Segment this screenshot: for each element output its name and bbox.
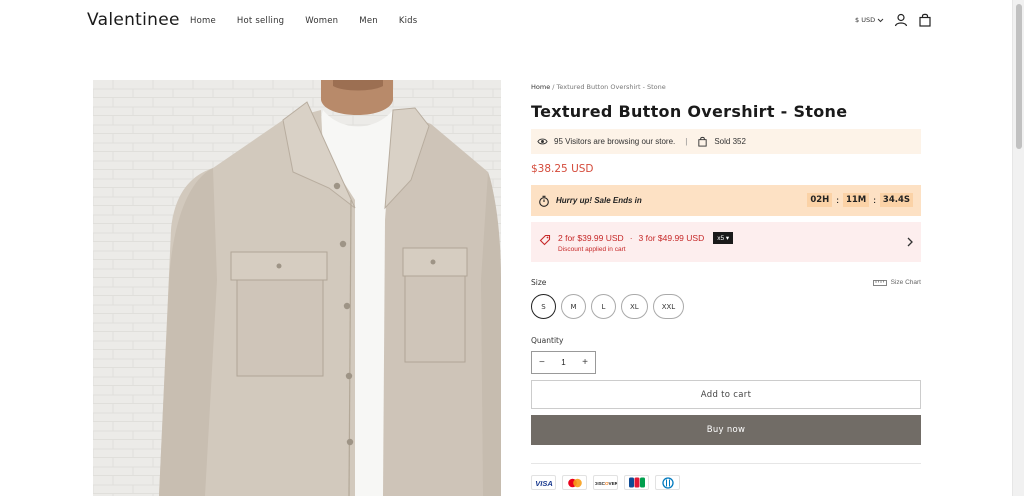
nav-women[interactable]: Women (305, 16, 338, 26)
size-option-s[interactable]: S (531, 294, 556, 319)
countdown-timer: 02H : 11M : 34.4S (807, 193, 913, 207)
quantity-decrease-button[interactable]: − (539, 357, 545, 368)
ruler-icon (872, 279, 887, 286)
product-photo-illustration (93, 80, 501, 496)
jcb-icon (624, 475, 649, 490)
visitors-separator: | (685, 137, 688, 146)
page-scrollbar[interactable] (1012, 0, 1024, 496)
bag-icon (698, 136, 707, 147)
size-option-m[interactable]: M (561, 294, 586, 319)
size-chart-link[interactable]: Size Chart (872, 279, 921, 286)
product-info: Home / Textured Button Overshirt - Stone… (531, 80, 921, 490)
currency-label: $ USD (855, 16, 876, 24)
svg-text:DISCOVER: DISCOVER (595, 481, 617, 486)
add-to-cart-button[interactable]: Add to cart (531, 380, 921, 409)
visa-icon: VISA (531, 475, 556, 490)
breadcrumb-current: Textured Button Overshirt - Stone (556, 83, 666, 91)
countdown-seconds: 34.4S (879, 193, 913, 207)
buy-now-button[interactable]: Buy now (531, 415, 921, 445)
svg-text:VISA: VISA (535, 479, 553, 488)
bundle-discount[interactable]: 2 for $39.99 USD · 3 for $49.99 USD x5 ▾… (531, 222, 921, 262)
nav-home[interactable]: Home (190, 16, 216, 26)
breadcrumb: Home / Textured Button Overshirt - Stone (531, 83, 921, 91)
size-option-l[interactable]: L (591, 294, 616, 319)
size-option-xxl[interactable]: XXL (652, 294, 685, 319)
product-image[interactable] (93, 80, 501, 496)
size-chart-label: Size Chart (890, 279, 921, 286)
stopwatch-icon (539, 195, 549, 207)
mastercard-icon (562, 475, 587, 490)
quantity-stepper: − 1 + (531, 351, 596, 374)
product-price: $38.25 USD (531, 163, 594, 175)
nav-hot-selling[interactable]: Hot selling (237, 16, 284, 26)
sold-text: Sold 352 (714, 137, 746, 146)
countdown-minutes: 11M (842, 193, 870, 207)
cart-icon[interactable] (918, 13, 932, 27)
account-icon[interactable] (894, 13, 908, 27)
eye-icon (537, 138, 548, 145)
quantity-label: Quantity (531, 336, 564, 345)
sale-countdown: Hurry up! Sale Ends in 02H : 11M : 34.4S (531, 185, 921, 216)
quantity-increase-button[interactable]: + (582, 357, 588, 368)
discount-note: Discount applied in cart (558, 246, 626, 253)
size-option-xl[interactable]: XL (621, 294, 648, 319)
quantity-value[interactable]: 1 (561, 358, 565, 367)
breadcrumb-home[interactable]: Home (531, 83, 550, 91)
discount-badge-text: x5 (717, 235, 725, 242)
payment-methods: VISA DISCOVER (531, 475, 921, 490)
size-header: Size Size Chart (531, 278, 921, 287)
diners-club-icon (655, 475, 680, 490)
product-title: Textured Button Overshirt - Stone (531, 102, 848, 121)
currency-selector[interactable]: $ USD (855, 16, 884, 24)
header-actions: $ USD (855, 13, 932, 27)
main-nav: Home Hot selling Women Men Kids (190, 16, 438, 26)
countdown-label: Hurry up! Sale Ends in (556, 196, 642, 205)
countdown-colon: : (873, 195, 876, 205)
tag-icon (539, 234, 551, 246)
discount-separator: · (629, 233, 633, 243)
visitors-banner: 95 Visitors are browsing our store. | So… (531, 129, 921, 154)
site-header: Valentinee Home Hot selling Women Men Ki… (0, 0, 1012, 44)
countdown-colon: : (836, 195, 839, 205)
countdown-hours: 02H (807, 193, 833, 207)
discount-offers: 2 for $39.99 USD · 3 for $49.99 USD x5 ▾ (558, 232, 734, 244)
chevron-right-icon[interactable] (906, 236, 914, 248)
discount-offer-2: 3 for $49.99 USD (638, 233, 705, 243)
nav-kids[interactable]: Kids (399, 16, 418, 26)
visitors-text: 95 Visitors are browsing our store. (554, 137, 676, 146)
discover-icon: DISCOVER (593, 475, 618, 490)
discount-offer-1: 2 for $39.99 USD (558, 233, 624, 243)
chevron-down-icon (877, 18, 884, 22)
divider (531, 463, 921, 464)
site-logo[interactable]: Valentinee (87, 10, 180, 30)
size-options: S M L XL XXL (531, 294, 921, 319)
nav-men[interactable]: Men (359, 16, 378, 26)
size-label: Size (531, 278, 547, 287)
scrollbar-thumb[interactable] (1016, 4, 1022, 149)
discount-badge: x5 ▾ (713, 232, 734, 244)
